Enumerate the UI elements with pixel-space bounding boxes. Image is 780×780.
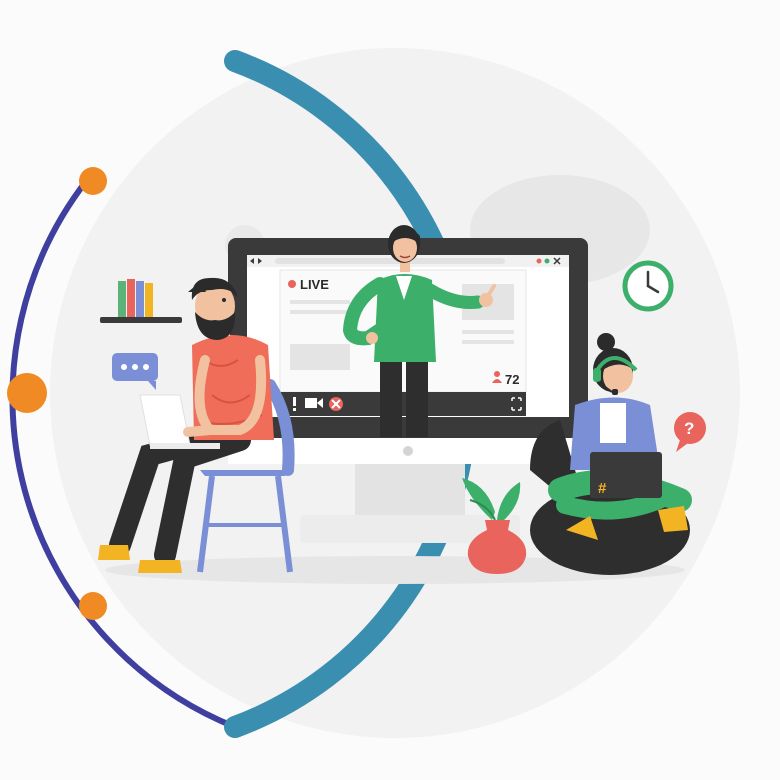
address-bar: [275, 258, 505, 264]
illustration-stage: LIVE 72 # ?: [0, 0, 780, 780]
clock-icon: [622, 260, 674, 312]
monitor-chin-dot: [403, 446, 413, 456]
live-label: LIVE: [300, 277, 329, 292]
window-dot-green: [544, 258, 550, 264]
question-symbol: ?: [684, 419, 694, 438]
orange-dot-top: [79, 167, 107, 195]
shoe-right: [138, 560, 182, 573]
hair-bun: [597, 333, 615, 351]
window-dot-red: [536, 258, 542, 264]
laptop-hashtag: #: [598, 480, 607, 497]
camera-icon: [305, 398, 317, 408]
online-class-illustration: LIVE 72 # ?: [7, 48, 740, 738]
book-green: [118, 281, 126, 317]
viewer-icon: [494, 371, 500, 377]
orange-dot-bottom: [79, 592, 107, 620]
viewer-count-value: 72: [505, 372, 519, 387]
book-blue: [136, 281, 144, 317]
shoe-left: [98, 545, 130, 560]
orange-dot-middle: [7, 373, 47, 413]
chair-seat: [200, 470, 290, 476]
monitor-neck: [355, 460, 465, 520]
book-red: [127, 279, 135, 317]
book-yellow: [145, 283, 153, 317]
mic-icon: [293, 397, 296, 406]
live-dot-icon: [288, 280, 296, 288]
